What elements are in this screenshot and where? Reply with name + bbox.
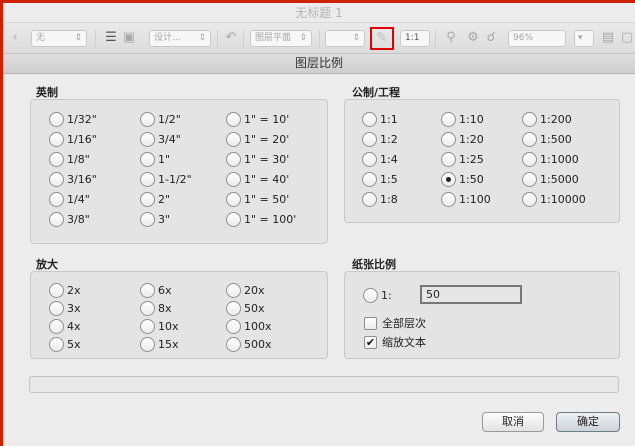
radio-button[interactable] bbox=[226, 283, 241, 298]
radio-button[interactable] bbox=[140, 172, 155, 187]
radio-button[interactable] bbox=[140, 301, 155, 316]
radio-button[interactable] bbox=[226, 337, 241, 352]
radio-button[interactable] bbox=[226, 132, 241, 147]
radio-button[interactable] bbox=[226, 172, 241, 187]
radio-button[interactable] bbox=[441, 112, 456, 127]
class-select[interactable]: 无 ⇕ bbox=[31, 30, 87, 47]
radio-button[interactable] bbox=[441, 132, 456, 147]
progress-bar bbox=[29, 376, 619, 393]
radio-button[interactable] bbox=[140, 212, 155, 227]
radio-button[interactable] bbox=[226, 301, 241, 316]
checkmark-icon[interactable]: ✔ bbox=[364, 336, 377, 349]
radio-button[interactable] bbox=[226, 152, 241, 167]
radio-button[interactable] bbox=[140, 152, 155, 167]
scale-field[interactable]: 1:1 bbox=[400, 30, 430, 47]
page-icon[interactable]: ▤ bbox=[600, 30, 616, 46]
layer-scale-icon[interactable]: ✎ bbox=[370, 27, 394, 50]
radio-button[interactable] bbox=[140, 132, 155, 147]
paper-scale-section-label: 纸张比例 bbox=[352, 258, 396, 271]
window-title: 无标题 1 bbox=[3, 3, 635, 23]
enlarge-section-label: 放大 bbox=[36, 258, 58, 271]
radio-button[interactable] bbox=[522, 172, 537, 187]
radio-button[interactable] bbox=[49, 112, 64, 127]
more-icon[interactable]: ▢ bbox=[619, 30, 635, 46]
back-arrow-icon[interactable]: ‹ bbox=[7, 30, 23, 46]
imperial-section-label: 英制 bbox=[36, 86, 58, 99]
zoom-fit-icon[interactable]: ⚲ bbox=[443, 30, 459, 46]
radio-button[interactable] bbox=[140, 319, 155, 334]
toolbar-separator bbox=[319, 30, 320, 48]
select-arrows-icon: ⇕ bbox=[74, 33, 82, 43]
render-select[interactable]: ⇕ bbox=[325, 30, 365, 47]
view-icon[interactable]: ▣ bbox=[121, 30, 137, 46]
radio-button[interactable] bbox=[362, 152, 377, 167]
radio-button[interactable] bbox=[49, 212, 64, 227]
class-select-value: 无 bbox=[36, 33, 46, 43]
checkbox[interactable] bbox=[364, 317, 377, 330]
radio-button[interactable] bbox=[49, 132, 64, 147]
radio-button[interactable] bbox=[49, 192, 64, 207]
dialog-title: 图层比例 bbox=[3, 54, 635, 74]
imperial-group: 1/32" 1/2" 1" = 10' 1/16" 3/4" 1" = 20' … bbox=[30, 99, 328, 244]
radio-button[interactable] bbox=[363, 288, 378, 303]
radio-button[interactable] bbox=[49, 152, 64, 167]
radio-button[interactable] bbox=[362, 192, 377, 207]
radio-button[interactable] bbox=[226, 319, 241, 334]
layer-select[interactable]: 图层平面 ⇕ bbox=[250, 30, 312, 47]
design-select[interactable]: 设计... ⇕ bbox=[149, 30, 211, 47]
select-arrows-icon: ⇕ bbox=[299, 33, 307, 43]
radio-button[interactable] bbox=[140, 192, 155, 207]
toolbar: ‹ 无 ⇕ ☰ ▣ 设计... ⇕ ↶ 图层平面 ⇕ ⇕ ✎ 1:1 ⚲ ⚙ ☌… bbox=[3, 23, 635, 54]
history-icon[interactable]: ↶ bbox=[223, 30, 239, 46]
design-select-value: 设计... bbox=[154, 33, 181, 43]
zoom-out-icon[interactable]: ☌ bbox=[483, 30, 499, 46]
radio-button[interactable] bbox=[49, 319, 64, 334]
radio-button-selected[interactable] bbox=[441, 172, 456, 187]
radio-button[interactable] bbox=[522, 132, 537, 147]
metric-section-label: 公制/工程 bbox=[352, 86, 401, 99]
radio-button[interactable] bbox=[140, 112, 155, 127]
metric-group: 1:1 1:10 1:200 1:2 1:20 1:500 1:4 1:25 1… bbox=[344, 99, 620, 223]
radio-button[interactable] bbox=[441, 192, 456, 207]
select-arrows-icon: ⇕ bbox=[198, 33, 206, 43]
radio-button[interactable] bbox=[522, 192, 537, 207]
radio-button[interactable] bbox=[226, 192, 241, 207]
zoom-field[interactable]: 96% bbox=[508, 30, 566, 47]
toolbar-separator bbox=[217, 30, 218, 48]
zoom-dropdown[interactable]: ▾ bbox=[574, 30, 594, 47]
ok-button[interactable]: 确定 bbox=[556, 412, 620, 432]
radio-button[interactable] bbox=[362, 112, 377, 127]
radio-button[interactable] bbox=[362, 172, 377, 187]
radio-button[interactable] bbox=[140, 283, 155, 298]
radio-button[interactable] bbox=[140, 337, 155, 352]
radio-button[interactable] bbox=[49, 301, 64, 316]
layers-icon[interactable]: ☰ bbox=[103, 30, 119, 46]
zoom-area-icon[interactable]: ⚙ bbox=[465, 30, 481, 46]
radio-button[interactable] bbox=[49, 337, 64, 352]
radio-button[interactable] bbox=[522, 152, 537, 167]
select-arrows-icon: ⇕ bbox=[352, 33, 360, 43]
radio-button[interactable] bbox=[362, 132, 377, 147]
chevron-down-icon: ▾ bbox=[578, 33, 583, 43]
radio-button[interactable] bbox=[49, 283, 64, 298]
paper-scale-input[interactable] bbox=[420, 285, 522, 304]
cancel-button[interactable]: 取消 bbox=[482, 412, 544, 432]
toolbar-separator bbox=[435, 30, 436, 48]
layer-select-value: 图层平面 bbox=[255, 33, 292, 43]
toolbar-separator bbox=[95, 30, 96, 48]
radio-button[interactable] bbox=[226, 112, 241, 127]
radio-button[interactable] bbox=[522, 112, 537, 127]
toolbar-separator bbox=[243, 30, 244, 48]
enlarge-group: 2x 6x 20x 3x 8x 50x 4x 10x 100x 5x 15x 5… bbox=[30, 271, 328, 359]
radio-button[interactable] bbox=[49, 172, 64, 187]
radio-button[interactable] bbox=[226, 212, 241, 227]
radio-button[interactable] bbox=[441, 152, 456, 167]
